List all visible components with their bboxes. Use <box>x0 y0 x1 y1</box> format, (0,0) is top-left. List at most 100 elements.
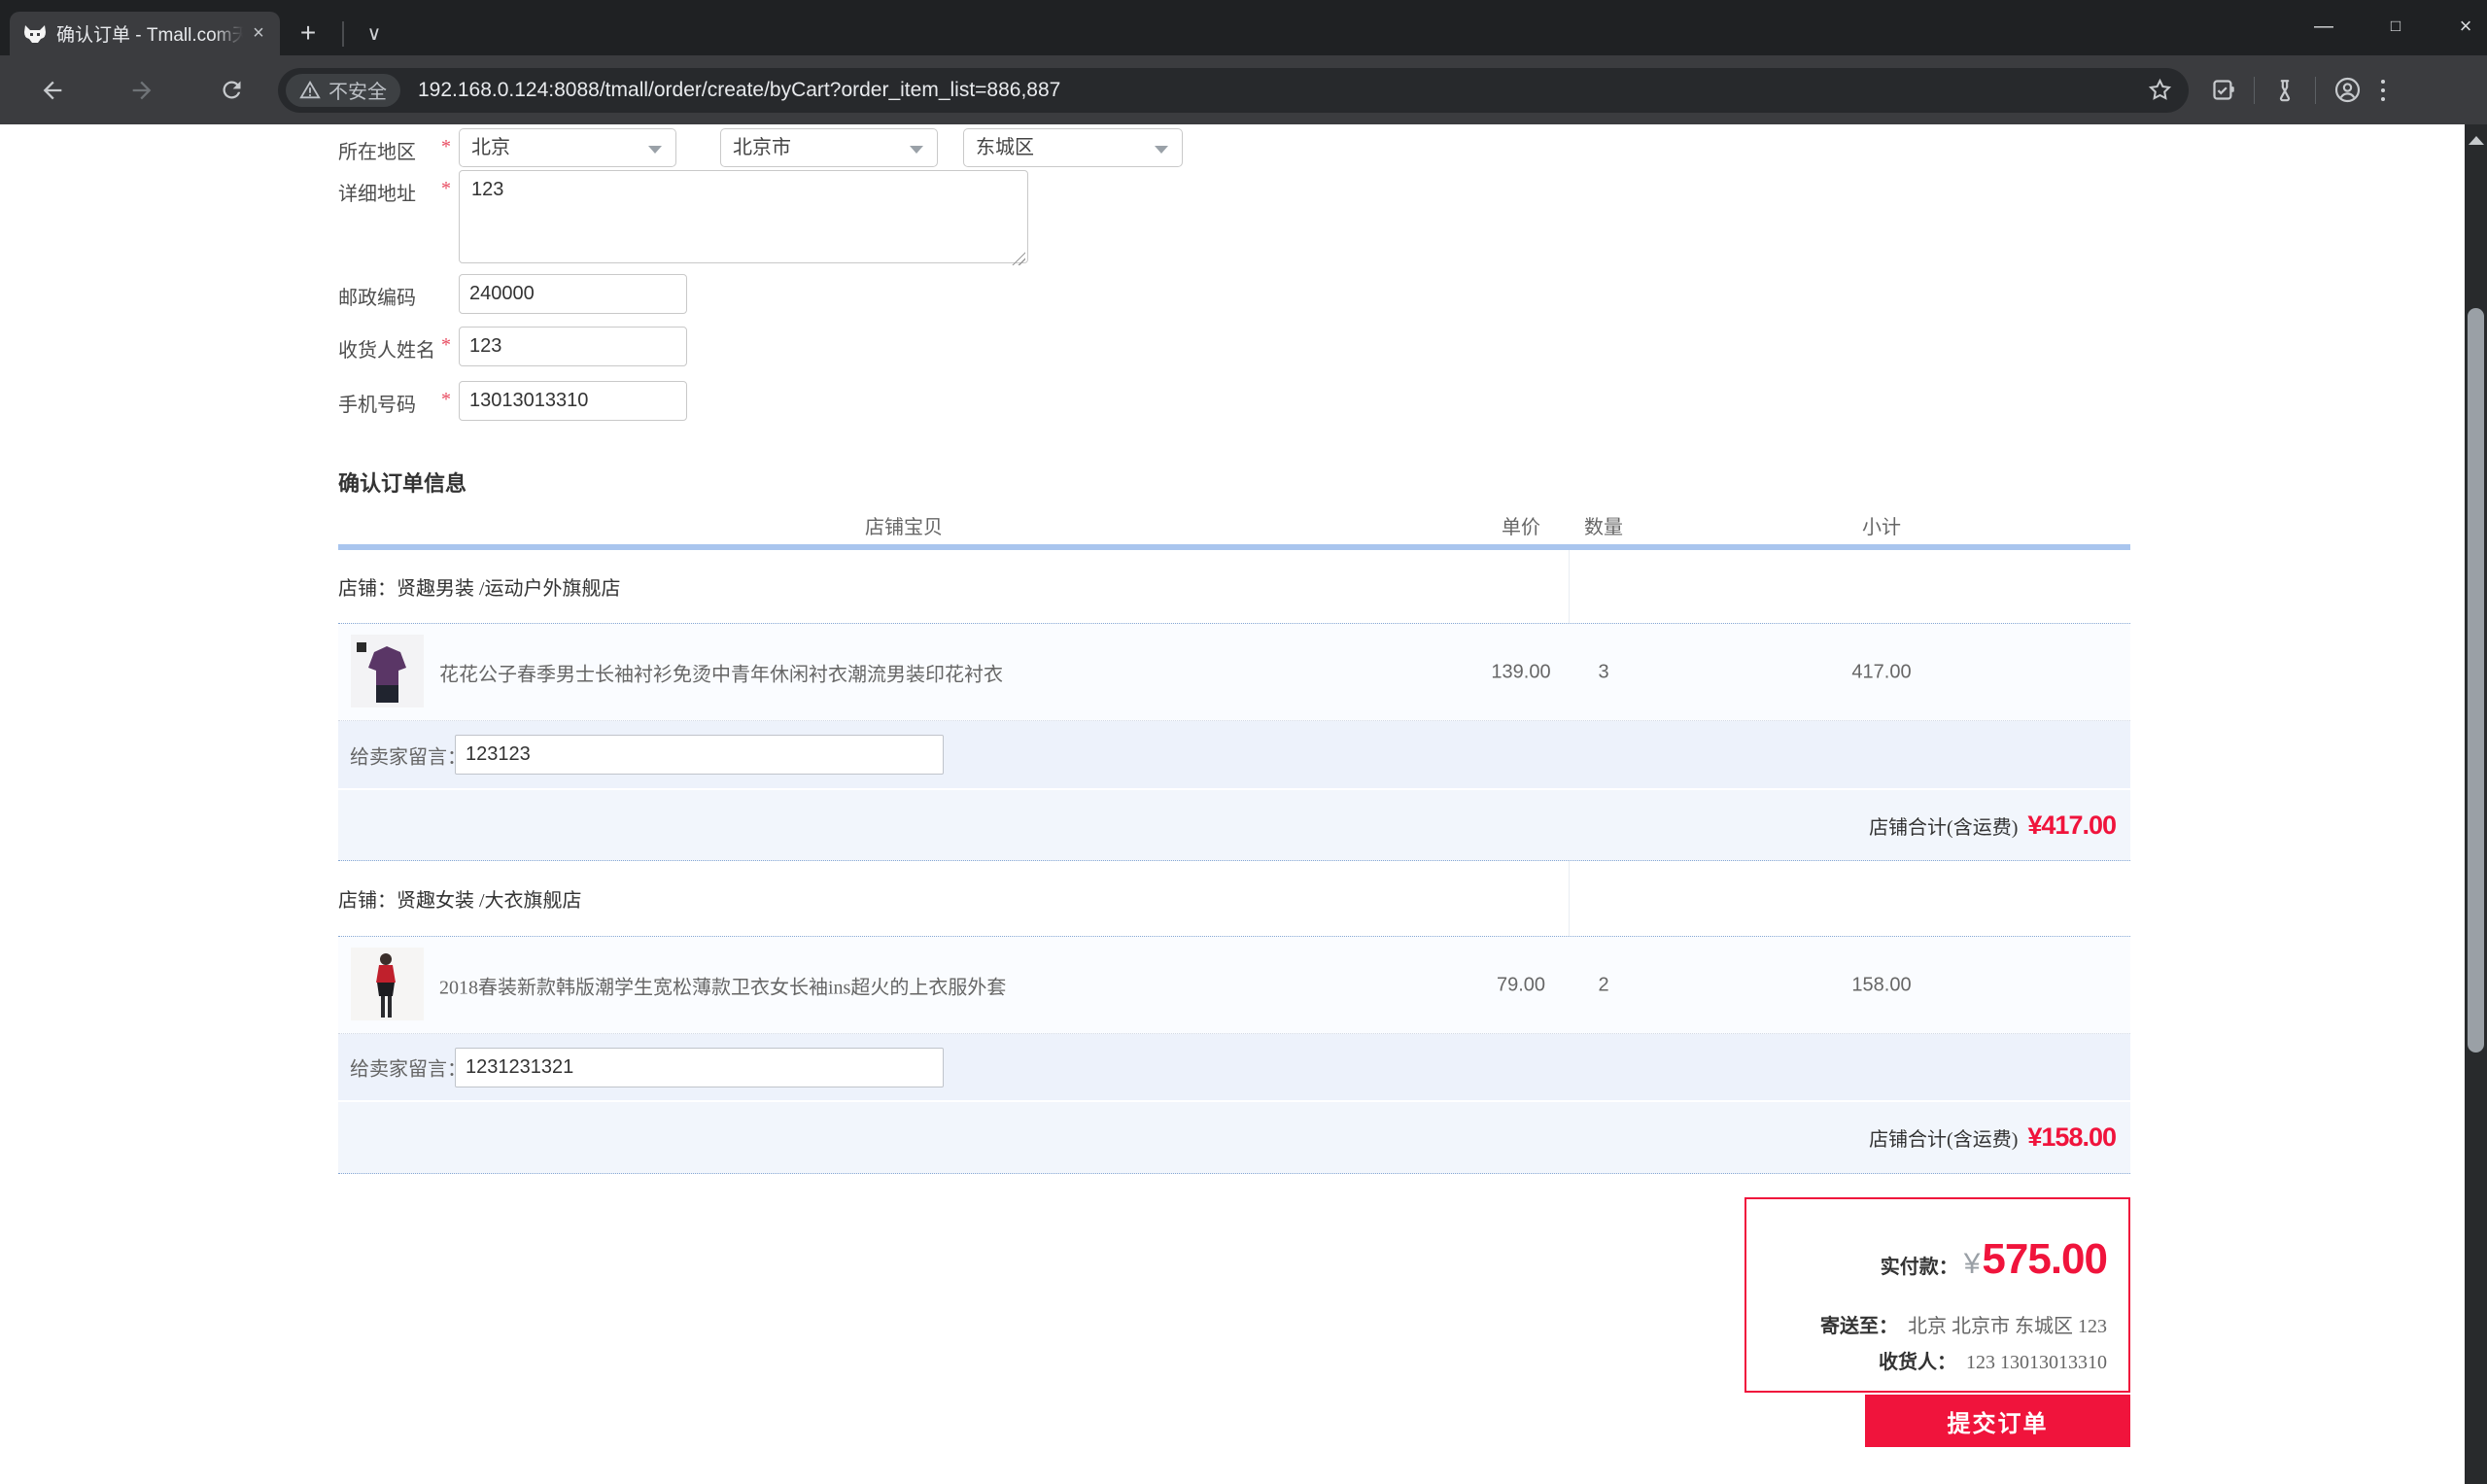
receiver-label: 收货人： <box>1879 1352 1956 1373</box>
resize-grip-icon[interactable] <box>1012 252 1025 265</box>
scrollbar-up-arrow-icon[interactable] <box>2469 136 2484 145</box>
address-label: 详细地址 <box>338 184 416 205</box>
security-chip[interactable]: 不安全 <box>286 73 400 107</box>
tab-search-chevron-icon[interactable]: ∨ <box>358 17 391 51</box>
city-value: 北京市 <box>733 137 791 158</box>
zip-input[interactable] <box>459 274 687 314</box>
region-label: 所在地区 <box>338 142 416 163</box>
menu-kebab-icon[interactable] <box>2381 79 2385 101</box>
seller-message-label: 给卖家留言： <box>350 1058 466 1081</box>
browser-window: 确认订单 - Tmall.com天猫-理想 × + ∨ — □ × <box>0 0 2487 1484</box>
scrollbar-track[interactable] <box>2465 124 2487 1484</box>
not-secure-warning-icon <box>299 80 321 98</box>
back-button[interactable] <box>31 69 74 112</box>
payable-label: 实付款： <box>1880 1257 1958 1278</box>
address-row: 详细地址 * 123 <box>338 170 1028 268</box>
window-close-button[interactable]: × <box>2443 0 2487 55</box>
toolbar-divider <box>2254 76 2255 104</box>
receiver-name-input[interactable] <box>459 327 687 366</box>
ship-to-label: 寄送至： <box>1820 1316 1898 1337</box>
receiver-value: 123 13013013310 <box>1966 1352 2107 1373</box>
store-total-price: ¥158.00 <box>2027 1122 2117 1152</box>
phone-row: 手机号码 * <box>338 381 687 421</box>
tmall-favicon-icon <box>24 24 46 43</box>
address-bar[interactable]: 不安全 192.168.0.124:8088/tmall/order/creat… <box>278 67 2189 113</box>
toolbar-divider <box>2315 76 2316 104</box>
seller-message-input[interactable] <box>455 735 944 775</box>
product-price: 139.00 <box>1491 661 1551 682</box>
forward-button[interactable] <box>121 69 163 112</box>
required-asterisk: * <box>441 178 451 199</box>
store-total-label: 店铺合计(含运费) <box>1869 1129 2019 1151</box>
phone-input[interactable] <box>459 381 687 421</box>
product-subtotal: 158.00 <box>1851 974 1912 995</box>
profile-button[interactable] <box>2333 76 2362 104</box>
new-tab-button[interactable]: + <box>292 17 325 51</box>
tab-bar-divider <box>342 21 344 47</box>
scrollbar-thumb[interactable] <box>2468 308 2484 1053</box>
payable-line: 实付款： ¥ 575.00 <box>1746 1235 2108 1283</box>
address-textarea[interactable]: 123 <box>459 170 1028 263</box>
window-maximize-button[interactable]: □ <box>2373 0 2418 55</box>
product-subtotal: 417.00 <box>1851 661 1912 682</box>
bookmark-star-icon[interactable] <box>2147 77 2173 103</box>
receiver-name-row: 收货人姓名 * <box>338 327 687 366</box>
window-minimize-button[interactable]: — <box>2301 0 2346 55</box>
labs-flask-icon <box>2279 79 2291 101</box>
column-price: 单价 <box>1502 517 1540 538</box>
product-price: 79.00 <box>1496 974 1546 995</box>
district-value: 东城区 <box>976 137 1034 158</box>
chevron-down-icon <box>648 146 662 154</box>
back-arrow-icon <box>43 81 62 99</box>
city-select[interactable]: 北京市 <box>720 128 938 167</box>
payment-summary-box: 实付款： ¥ 575.00 寄送至： 北京 北京市 东城区 123 收货人： 1… <box>1744 1197 2130 1393</box>
product-image <box>351 635 424 707</box>
chevron-down-icon <box>1155 146 1168 154</box>
column-qty: 数量 <box>1584 517 1623 538</box>
ship-to-value: 北京 北京市 东城区 123 <box>1908 1316 2107 1337</box>
tab-close-icon[interactable]: × <box>247 22 270 45</box>
currency-symbol: ¥ <box>1963 1248 1981 1280</box>
store-total-row: 店铺合计(含运费) ¥417.00 <box>338 788 2130 861</box>
province-value: 北京 <box>471 137 510 158</box>
receiver-name-label: 收货人姓名 <box>338 340 435 362</box>
seller-message-label: 给卖家留言： <box>350 746 466 768</box>
store-name: 店铺： 贤趣女装 /大衣旗舰店 <box>338 861 2130 936</box>
reload-button[interactable] <box>210 69 253 112</box>
store-total-price: ¥417.00 <box>2027 810 2117 840</box>
product-title: 花花公子春季男士长袖衬衫免烫中青年休闲衬衣潮流男装印花衬衣 <box>439 664 1003 685</box>
store-name-text: 贤趣女装 /大衣旗舰店 <box>397 890 582 912</box>
order-table-header: 店铺宝贝 单价 数量 小计 <box>338 511 2130 544</box>
required-asterisk: * <box>441 334 451 356</box>
extensions-icon <box>2213 80 2234 100</box>
extensions-button[interactable] <box>2210 77 2236 103</box>
phone-label: 手机号码 <box>338 395 416 416</box>
product-row: 2018春装新款韩版潮学生宽松薄款卫衣女长袖ins超火的上衣服外套 79.00 … <box>338 936 2130 1034</box>
province-select[interactable]: 北京 <box>459 128 676 167</box>
zip-label: 邮政编码 <box>338 288 416 309</box>
payable-amount: 575.00 <box>1982 1235 2108 1283</box>
required-asterisk: * <box>441 389 451 410</box>
store-name: 店铺： 贤趣男装 /运动户外旗舰店 <box>338 550 2130 623</box>
product-image <box>351 948 424 1020</box>
store-total-row: 店铺合计(含运费) ¥158.00 <box>338 1100 2130 1174</box>
column-subtotal: 小计 <box>1862 517 1901 538</box>
district-select[interactable]: 东城区 <box>963 128 1183 167</box>
tab-title: 确认订单 - Tmall.com天猫-理想 <box>56 25 247 46</box>
forward-arrow-icon <box>132 81 152 99</box>
browser-tab[interactable]: 确认订单 - Tmall.com天猫-理想 × <box>10 12 280 55</box>
seller-message-input[interactable] <box>455 1048 944 1087</box>
browser-toolbar: 不安全 192.168.0.124:8088/tmall/order/creat… <box>0 55 2487 124</box>
page-content: 所在地区 * 北京 北京市 东城区 详细地址 * 123 邮政编码 240000… <box>0 124 2465 1484</box>
seller-message-row: 给卖家留言： <box>338 1034 2130 1100</box>
labs-button[interactable] <box>2272 78 2297 103</box>
submit-order-button[interactable]: 提交订单 <box>1865 1395 2130 1447</box>
zip-row: 邮政编码 <box>338 274 687 314</box>
url-text: 192.168.0.124:8088/tmall/order/create/by… <box>418 78 1061 101</box>
product-row: 花花公子春季男士长袖衬衫免烫中青年休闲衬衣潮流男装印花衬衣 139.00 3 4… <box>338 623 2130 721</box>
product-title: 2018春装新款韩版潮学生宽松薄款卫衣女长袖ins超火的上衣服外套 <box>439 977 1007 998</box>
product-qty: 3 <box>1598 661 1609 682</box>
security-label: 不安全 <box>328 82 387 103</box>
ship-to-line: 寄送至： 北京 北京市 东城区 123 <box>1746 1310 2107 1338</box>
order-section-title: 确认订单信息 <box>338 471 467 496</box>
